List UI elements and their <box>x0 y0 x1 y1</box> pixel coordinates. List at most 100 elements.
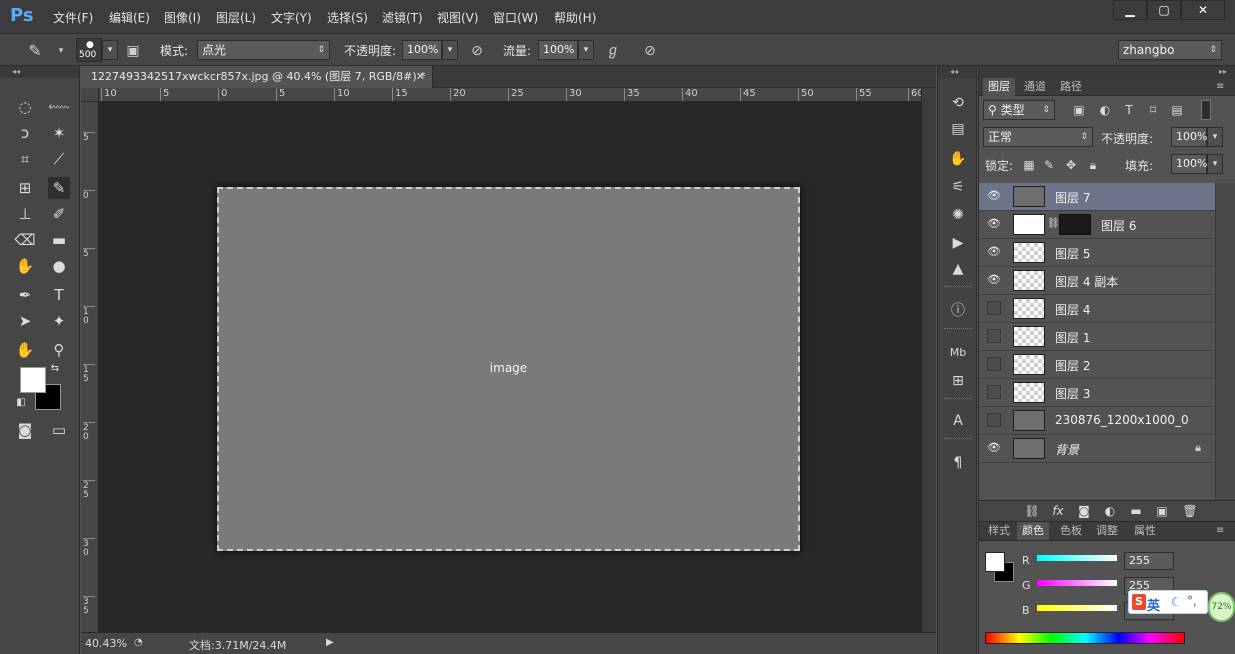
eraser-tool-icon[interactable]: ⌫ <box>14 229 36 251</box>
lock-all-icon[interactable]: 🔒︎ <box>1085 157 1101 173</box>
menu-filter[interactable]: 滤镜(T) <box>382 9 423 26</box>
red-slider[interactable] <box>1037 555 1117 561</box>
layer-blend-mode-select[interactable]: 正常 ⇕ <box>983 127 1093 147</box>
add-mask-icon[interactable]: ◙ <box>1075 503 1093 519</box>
menu-view[interactable]: 视图(V) <box>437 9 479 26</box>
menu-type[interactable]: 文字(Y) <box>271 9 312 26</box>
dodge-tool-icon[interactable]: ● <box>48 255 70 277</box>
brush-panel-icon[interactable]: ▣ <box>124 42 142 60</box>
character-panel-icon[interactable]: A <box>946 410 970 432</box>
canvas-vertical-scrollbar[interactable] <box>921 88 936 632</box>
mini-bridge-panel-icon[interactable]: Mb <box>946 342 970 364</box>
maximize-button[interactable]: ▢ <box>1147 0 1181 20</box>
lock-image-icon[interactable]: ✎ <box>1041 157 1057 173</box>
blur-tool-icon[interactable]: ✋ <box>14 255 36 277</box>
adjustment-layer-icon[interactable]: ◐ <box>1101 503 1119 519</box>
lock-transparent-icon[interactable]: ▦ <box>1021 157 1037 173</box>
healing-brush-tool-icon[interactable]: ⊞ <box>14 177 36 199</box>
brush-preset-icon[interactable]: ✎ <box>26 42 44 60</box>
path-selection-tool-icon[interactable]: ➤ <box>14 310 36 332</box>
green-slider[interactable] <box>1037 580 1117 586</box>
tab-properties[interactable]: 属性 <box>1129 522 1161 540</box>
menu-edit[interactable]: 编辑(E) <box>109 9 150 26</box>
ime-logo-icon[interactable]: S <box>1132 594 1146 610</box>
layer-row-7[interactable]: 👁︎ 图层 7 <box>979 183 1215 211</box>
minimize-button[interactable]: ▁ <box>1113 0 1147 20</box>
fill-dropdown[interactable]: ▾ <box>1207 154 1223 174</box>
fx-icon[interactable]: fx <box>1049 503 1067 519</box>
new-layer-icon[interactable]: ▣ <box>1153 503 1171 519</box>
layer-row-background[interactable]: 👁︎ 背景 🔒︎ <box>979 435 1215 463</box>
layer-opacity-dropdown[interactable]: ▾ <box>1207 127 1223 147</box>
custom-shape-tool-icon[interactable]: ✦ <box>48 310 70 332</box>
brush-size-picker[interactable]: ● 500 <box>76 38 102 62</box>
tab-styles[interactable]: 样式 <box>983 522 1015 540</box>
type-tool-icon[interactable]: T <box>48 284 70 306</box>
eye-icon[interactable]: 👁︎ <box>987 441 1001 455</box>
panel-menu-icon[interactable]: ≡ <box>1211 522 1229 540</box>
menu-file[interactable]: 文件(F) <box>53 9 93 26</box>
tab-layers[interactable]: 图层 <box>983 78 1015 96</box>
zoom-tool-icon[interactable]: ⚲ <box>48 339 70 361</box>
marquee-tool-icon[interactable]: ◌ <box>14 96 36 118</box>
layer-opacity-input[interactable]: 100% <box>1171 127 1207 147</box>
brush-size-dropdown[interactable]: ▾ <box>102 40 118 60</box>
layer-list-scrollbar[interactable] <box>1215 183 1235 503</box>
paragraph-panel-icon[interactable]: ¶ <box>946 452 970 474</box>
screen-mode-icon[interactable]: ▭ <box>48 419 70 441</box>
hand-tool-icon[interactable]: ✋ <box>14 339 36 361</box>
pressure-opacity-icon[interactable]: ⊘ <box>468 42 486 60</box>
swap-colors-icon[interactable]: ⇆ <box>48 362 62 376</box>
delete-layer-icon[interactable]: 🗑︎ <box>1181 503 1199 519</box>
filter-type-icon[interactable]: T <box>1121 102 1137 118</box>
layer-row-5[interactable]: 👁︎ 图层 5 <box>979 239 1215 267</box>
close-window-button[interactable]: ✕ <box>1181 0 1225 20</box>
fill-input[interactable]: 100% <box>1171 154 1207 174</box>
visibility-toggle[interactable] <box>987 385 1001 399</box>
status-menu-arrow-icon[interactable]: ▶ <box>326 637 334 648</box>
airbrush-icon[interactable]: ℊ <box>604 42 622 60</box>
layer-row-3[interactable]: 图层 3 <box>979 379 1215 407</box>
blend-mode-select[interactable]: 点光 ⇕ <box>197 40 330 60</box>
layer-row-2[interactable]: 图层 2 <box>979 351 1215 379</box>
tab-color[interactable]: 颜色 <box>1017 522 1049 540</box>
filter-toggle[interactable] <box>1201 100 1211 120</box>
flow-input[interactable]: 100% <box>538 40 578 60</box>
toolbox-collapse[interactable]: ◂◂ <box>0 66 79 78</box>
layer-mask-thumbnail[interactable] <box>1059 214 1091 235</box>
timeline-panel-icon[interactable]: ⊞ <box>946 370 970 392</box>
tab-adjustments[interactable]: 调整 <box>1091 522 1123 540</box>
3d-panel-icon[interactable]: ✺ <box>946 204 970 226</box>
opacity-dropdown[interactable]: ▾ <box>442 40 458 60</box>
eyedropper-tool-icon[interactable]: ⟋ <box>48 148 70 170</box>
blue-slider[interactable] <box>1037 605 1117 611</box>
foreground-color-swatch[interactable] <box>20 367 46 393</box>
filter-smart-object-icon[interactable]: ▤ <box>1169 102 1185 118</box>
eye-icon[interactable]: 👁︎ <box>987 217 1001 231</box>
flow-dropdown[interactable]: ▾ <box>578 40 594 60</box>
ime-language-toggle[interactable]: 英 <box>1147 595 1160 614</box>
red-value-input[interactable]: 255 <box>1124 552 1174 570</box>
lock-position-icon[interactable]: ✥ <box>1063 157 1079 173</box>
filter-pixel-icon[interactable]: ▣ <box>1071 102 1087 118</box>
opacity-input[interactable]: 100% <box>402 40 442 60</box>
filter-shape-icon[interactable]: ⌑ <box>1145 102 1161 118</box>
filter-adjustment-icon[interactable]: ◐ <box>1097 102 1113 118</box>
close-tab-icon[interactable]: ✕ <box>416 66 425 88</box>
layer-row-1[interactable]: 图层 1 <box>979 323 1215 351</box>
brush-tool-icon[interactable]: ✎ <box>48 177 70 199</box>
link-layers-icon[interactable]: ⛓︎ <box>1023 503 1041 519</box>
gradient-tool-icon[interactable]: ▬ <box>48 229 70 251</box>
actions-panel-icon[interactable]: ▤ <box>946 118 970 140</box>
menu-layer[interactable]: 图层(L) <box>216 9 256 26</box>
panel-menu-icon[interactable]: ≡ <box>1211 78 1229 96</box>
history-brush-tool-icon[interactable]: ✐ <box>48 203 70 225</box>
moon-icon[interactable]: ☾ <box>1171 595 1182 609</box>
eye-icon[interactable]: 👁︎ <box>987 245 1001 259</box>
default-colors-icon[interactable]: ◧ <box>14 396 28 410</box>
brush-panel-icon[interactable]: ✋ <box>946 148 970 170</box>
menu-window[interactable]: 窗口(W) <box>493 9 538 26</box>
layer-row-smart-object[interactable]: 230876_1200x1000_0 <box>979 407 1215 435</box>
new-group-icon[interactable]: ▬ <box>1127 503 1145 519</box>
color-panel-foreground-swatch[interactable] <box>985 552 1005 572</box>
